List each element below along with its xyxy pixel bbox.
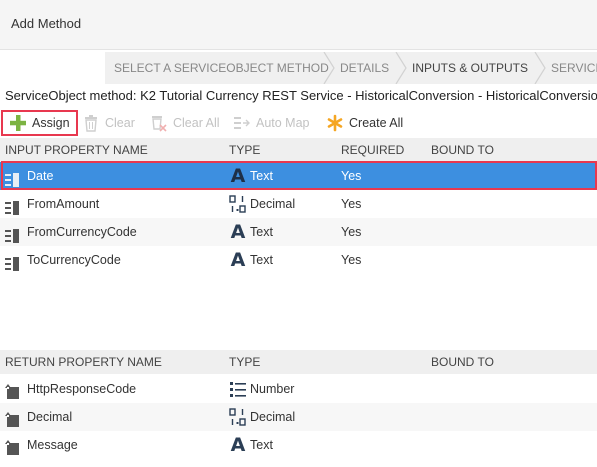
decimal-type-icon xyxy=(229,408,247,426)
property-icon xyxy=(5,169,23,187)
property-type: Decimal xyxy=(250,197,296,211)
property-type: Number xyxy=(250,382,295,396)
clear-all-icon xyxy=(150,114,168,132)
auto-map-icon xyxy=(233,114,251,132)
col-required[interactable]: REQUIRED xyxy=(341,143,404,157)
number-type-icon xyxy=(229,380,247,398)
table-row[interactable]: FromAmount Decimal Yes xyxy=(0,190,597,218)
return-property-icon xyxy=(5,382,23,399)
col-bound-to[interactable]: BOUND TO xyxy=(431,355,494,369)
clear-all-label: Clear All xyxy=(173,116,220,130)
dialog-title: Add Method xyxy=(11,16,82,31)
dialog-title-bar: Add Method xyxy=(0,0,597,50)
create-all-label: Create All xyxy=(349,116,404,130)
input-grid-header: INPUT PROPERTY NAME TYPE REQUIRED BOUND … xyxy=(0,138,597,162)
chevron-right-icon xyxy=(395,52,407,84)
create-all-button[interactable]: Create All xyxy=(326,112,403,134)
property-icon xyxy=(5,225,23,243)
property-required: Yes xyxy=(341,225,362,239)
property-required: Yes xyxy=(341,197,362,211)
clear-label: Clear xyxy=(105,116,135,130)
table-row[interactable]: FromCurrencyCode A Text Yes xyxy=(0,218,597,246)
text-type-icon: A xyxy=(230,434,246,456)
toolbar: Assign Clear Clear All Auto Map Create A… xyxy=(0,109,597,137)
property-name: FromCurrencyCode xyxy=(27,225,137,239)
property-name: FromAmount xyxy=(27,197,100,211)
property-required: Yes xyxy=(341,253,362,267)
col-type[interactable]: TYPE xyxy=(229,143,260,157)
wizard-steps: SELECT A SERVICEOBJECT METHOD DETAILS IN… xyxy=(105,52,597,84)
text-type-icon: A xyxy=(230,249,246,271)
wizard-step-inputs-outputs[interactable]: INPUTS & OUTPUTS xyxy=(412,52,528,84)
return-property-icon xyxy=(5,438,23,455)
table-row[interactable]: ToCurrencyCode A Text Yes xyxy=(0,246,597,274)
table-row[interactable]: Decimal Decimal xyxy=(0,403,597,431)
property-icon xyxy=(5,253,23,271)
trash-icon xyxy=(82,114,100,132)
wizard-step-select-method[interactable]: SELECT A SERVICEOBJECT METHOD xyxy=(114,52,329,84)
auto-map-label: Auto Map xyxy=(256,116,310,130)
col-type[interactable]: TYPE xyxy=(229,355,260,369)
property-type: Decimal xyxy=(250,410,296,424)
property-name: Date xyxy=(27,169,54,183)
col-return-property-name[interactable]: RETURN PROPERTY NAME xyxy=(5,355,162,369)
wizard-step-service[interactable]: SERVICE xyxy=(551,52,597,84)
return-grid-header: RETURN PROPERTY NAME TYPE BOUND TO xyxy=(0,350,597,374)
serviceobject-method-label: ServiceObject method: K2 Tutorial Curren… xyxy=(5,88,597,103)
property-name: HttpResponseCode xyxy=(27,382,137,396)
property-name: Decimal xyxy=(27,410,73,424)
property-required: Yes xyxy=(341,169,362,183)
clear-button[interactable]: Clear xyxy=(82,112,135,134)
assign-highlight xyxy=(1,110,78,136)
table-row[interactable]: Message A Text xyxy=(0,431,597,459)
property-type: Text xyxy=(250,169,273,183)
wizard-step-details[interactable]: DETAILS xyxy=(340,52,389,84)
chevron-right-icon xyxy=(534,52,546,84)
table-row[interactable]: Date A Text Yes xyxy=(0,162,597,190)
col-bound-to[interactable]: BOUND TO xyxy=(431,143,494,157)
property-type: Text xyxy=(250,253,273,267)
property-type: Text xyxy=(250,225,273,239)
text-type-icon: A xyxy=(230,221,246,243)
property-name: Message xyxy=(27,438,78,452)
property-type: Text xyxy=(250,438,273,452)
asterisk-icon xyxy=(326,114,344,132)
table-row[interactable]: HttpResponseCode Number xyxy=(0,375,597,403)
chevron-right-icon xyxy=(323,52,335,84)
property-icon xyxy=(5,197,23,215)
decimal-type-icon xyxy=(229,195,247,213)
auto-map-button[interactable]: Auto Map xyxy=(233,112,310,134)
property-name: ToCurrencyCode xyxy=(27,253,121,267)
col-input-property-name[interactable]: INPUT PROPERTY NAME xyxy=(5,143,148,157)
return-property-icon xyxy=(5,410,23,427)
text-type-icon: A xyxy=(230,165,246,187)
clear-all-button[interactable]: Clear All xyxy=(150,112,220,134)
